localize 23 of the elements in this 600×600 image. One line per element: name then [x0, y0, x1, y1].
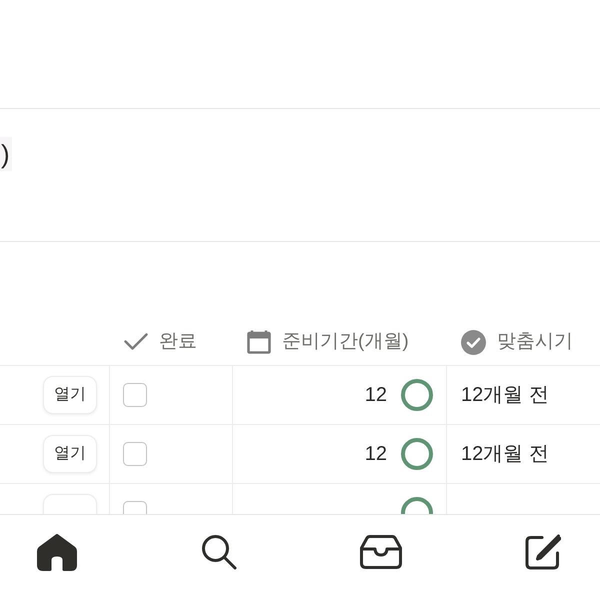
check-icon: [124, 333, 148, 351]
ring-icon: [401, 438, 433, 470]
check-circle-icon: [461, 330, 486, 354]
column-header[interactable]: 맞춤시기: [447, 319, 600, 365]
checkbox[interactable]: [123, 383, 147, 407]
calendar-icon: [247, 330, 271, 354]
open-button[interactable]: 열기: [43, 435, 97, 473]
column-header[interactable]: 완료: [110, 319, 233, 365]
inbox-tab[interactable]: [360, 532, 402, 572]
search-icon: [201, 534, 237, 570]
compose-icon: [525, 534, 561, 570]
checkbox[interactable]: [123, 442, 147, 466]
ring-icon: [401, 379, 433, 411]
page-title: ): [0, 137, 12, 171]
home-icon: [37, 534, 77, 570]
timing-cell-text: 12개월 전: [461, 383, 549, 408]
column-header[interactable]: 준비기간(개월): [233, 319, 447, 365]
open-button[interactable]: 열기: [43, 376, 97, 414]
home-tab[interactable]: [36, 532, 78, 572]
inbox-tray-icon: [360, 535, 402, 569]
number-cell-text: 12: [364, 442, 387, 467]
timing-cell-text: 12개월 전: [461, 442, 549, 467]
number-cell-text: 12: [364, 383, 387, 408]
